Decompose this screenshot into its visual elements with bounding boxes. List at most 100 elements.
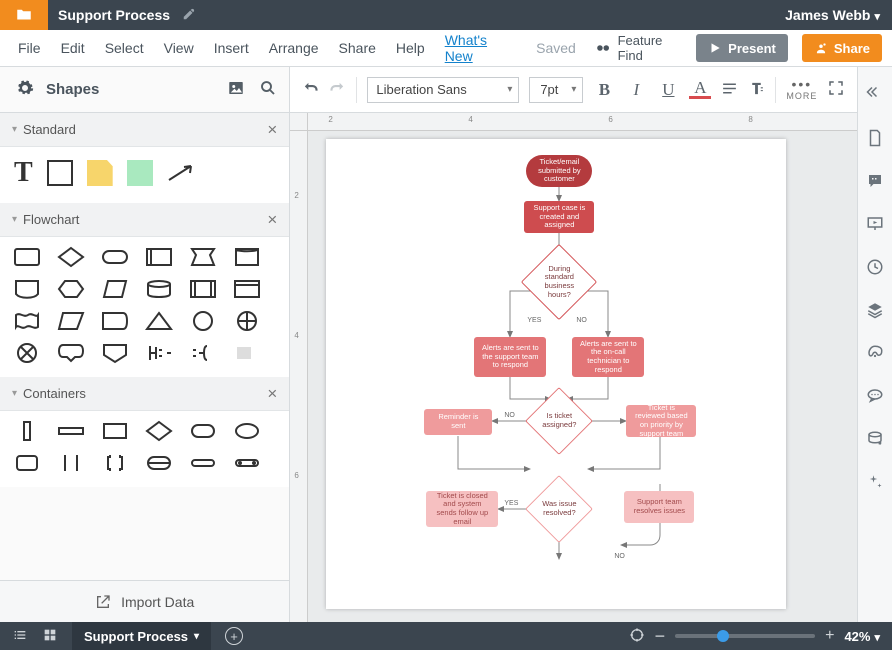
- section-containers[interactable]: Containers×: [0, 377, 289, 411]
- shape[interactable]: [56, 309, 86, 333]
- shape[interactable]: [100, 419, 130, 443]
- grid-view-icon[interactable]: [42, 627, 58, 646]
- shape[interactable]: [100, 341, 130, 365]
- document-title[interactable]: Support Process: [48, 7, 180, 23]
- text-tool[interactable]: T: [14, 157, 33, 189]
- zoom-slider[interactable]: [675, 634, 815, 638]
- shape[interactable]: [12, 341, 42, 365]
- node-review[interactable]: Ticket is reviewed based on priority by …: [626, 405, 696, 437]
- list-view-icon[interactable]: [12, 627, 28, 646]
- shape[interactable]: [12, 419, 42, 443]
- shape[interactable]: [188, 341, 218, 365]
- shape[interactable]: [56, 341, 86, 365]
- folder-button[interactable]: [0, 0, 48, 30]
- presentation-icon[interactable]: [866, 215, 884, 236]
- user-menu[interactable]: James Webb: [773, 7, 892, 23]
- shape[interactable]: [232, 451, 262, 475]
- shape[interactable]: [56, 451, 86, 475]
- shape[interactable]: [12, 451, 42, 475]
- decision-resolved[interactable]: Was issue resolved?: [535, 485, 583, 533]
- shape[interactable]: [12, 245, 42, 269]
- shape[interactable]: [12, 309, 42, 333]
- text-style-button[interactable]: [748, 80, 765, 100]
- section-flowchart[interactable]: Flowchart×: [0, 203, 289, 237]
- shape[interactable]: [56, 277, 86, 301]
- font-size-select[interactable]: 7pt: [529, 77, 583, 103]
- node-reminder[interactable]: Reminder is sent: [424, 409, 492, 435]
- node-alert-team[interactable]: Alerts are sent to the support team to r…: [474, 337, 546, 377]
- redo-button[interactable]: [329, 80, 346, 100]
- italic-button[interactable]: I: [625, 80, 647, 100]
- menu-edit[interactable]: Edit: [61, 40, 85, 56]
- shape[interactable]: [144, 309, 174, 333]
- shape[interactable]: [56, 419, 86, 443]
- shape[interactable]: [144, 341, 174, 365]
- shape[interactable]: [100, 277, 130, 301]
- shape[interactable]: [56, 245, 86, 269]
- close-icon[interactable]: ×: [267, 384, 277, 404]
- shape[interactable]: [232, 341, 262, 365]
- zoom-in-button[interactable]: +: [825, 627, 834, 645]
- zoom-out-button[interactable]: −: [655, 626, 666, 647]
- align-button[interactable]: [721, 80, 738, 100]
- font-select[interactable]: Liberation Sans: [367, 77, 519, 103]
- zoom-value[interactable]: 42%: [844, 629, 880, 644]
- image-icon[interactable]: [227, 79, 245, 100]
- sparkle-icon[interactable]: [866, 473, 884, 494]
- close-icon[interactable]: ×: [267, 120, 277, 140]
- close-icon[interactable]: ×: [267, 210, 277, 230]
- paint-icon[interactable]: [866, 344, 884, 365]
- shape[interactable]: [144, 419, 174, 443]
- shapes-settings-icon[interactable]: [16, 79, 34, 100]
- shape[interactable]: [232, 419, 262, 443]
- chat-icon[interactable]: [866, 387, 884, 408]
- shape[interactable]: [144, 451, 174, 475]
- node-create-case[interactable]: Support case is created and assigned: [524, 201, 594, 233]
- menu-insert[interactable]: Insert: [214, 40, 249, 56]
- note-tool[interactable]: [87, 160, 113, 186]
- zoom-target-icon[interactable]: [629, 627, 645, 646]
- menu-whats-new[interactable]: What's New: [445, 32, 516, 64]
- shape[interactable]: [232, 277, 262, 301]
- collapse-icon[interactable]: [866, 77, 884, 107]
- rename-icon[interactable]: [180, 7, 196, 24]
- decision-hours[interactable]: During standard business hours?: [532, 255, 586, 309]
- feature-find[interactable]: Feature Find: [596, 33, 682, 63]
- shape[interactable]: [144, 245, 174, 269]
- menu-arrange[interactable]: Arrange: [269, 40, 319, 56]
- node-close-ticket[interactable]: Ticket is closed and system sends follow…: [426, 491, 498, 527]
- text-color-button[interactable]: A: [689, 80, 711, 98]
- shape[interactable]: [12, 277, 42, 301]
- menu-share[interactable]: Share: [339, 40, 376, 56]
- menu-select[interactable]: Select: [105, 40, 144, 56]
- fullscreen-button[interactable]: [827, 79, 845, 100]
- shape[interactable]: [144, 277, 174, 301]
- undo-button[interactable]: [302, 80, 319, 100]
- data-icon[interactable]: [866, 430, 884, 451]
- more-button[interactable]: MORE: [786, 77, 817, 102]
- bold-button[interactable]: B: [593, 80, 615, 100]
- history-icon[interactable]: [866, 258, 884, 279]
- present-button[interactable]: Present: [696, 34, 788, 62]
- shape[interactable]: [232, 245, 262, 269]
- node-resolve[interactable]: Support team resolves issues: [624, 491, 694, 523]
- rect-tool[interactable]: [47, 160, 73, 186]
- layers-icon[interactable]: [866, 301, 884, 322]
- canvas[interactable]: 2 4 6 8 2 4 6: [290, 113, 857, 622]
- menu-view[interactable]: View: [164, 40, 194, 56]
- page[interactable]: Ticket/email submitted by customer Suppo…: [326, 139, 786, 609]
- search-icon[interactable]: [259, 79, 277, 100]
- shape[interactable]: [232, 309, 262, 333]
- underline-button[interactable]: U: [657, 80, 679, 100]
- node-start[interactable]: Ticket/email submitted by customer: [526, 155, 592, 187]
- shape[interactable]: [100, 309, 130, 333]
- page-tab[interactable]: Support Process: [72, 622, 211, 650]
- shape[interactable]: [188, 451, 218, 475]
- share-button[interactable]: Share: [802, 34, 882, 62]
- page-icon[interactable]: [866, 129, 884, 150]
- comment-icon[interactable]: [866, 172, 884, 193]
- block-tool[interactable]: [127, 160, 153, 186]
- add-page-button[interactable]: +: [225, 627, 243, 645]
- decision-assigned[interactable]: Is ticket assigned?: [535, 397, 583, 445]
- shape[interactable]: [100, 245, 130, 269]
